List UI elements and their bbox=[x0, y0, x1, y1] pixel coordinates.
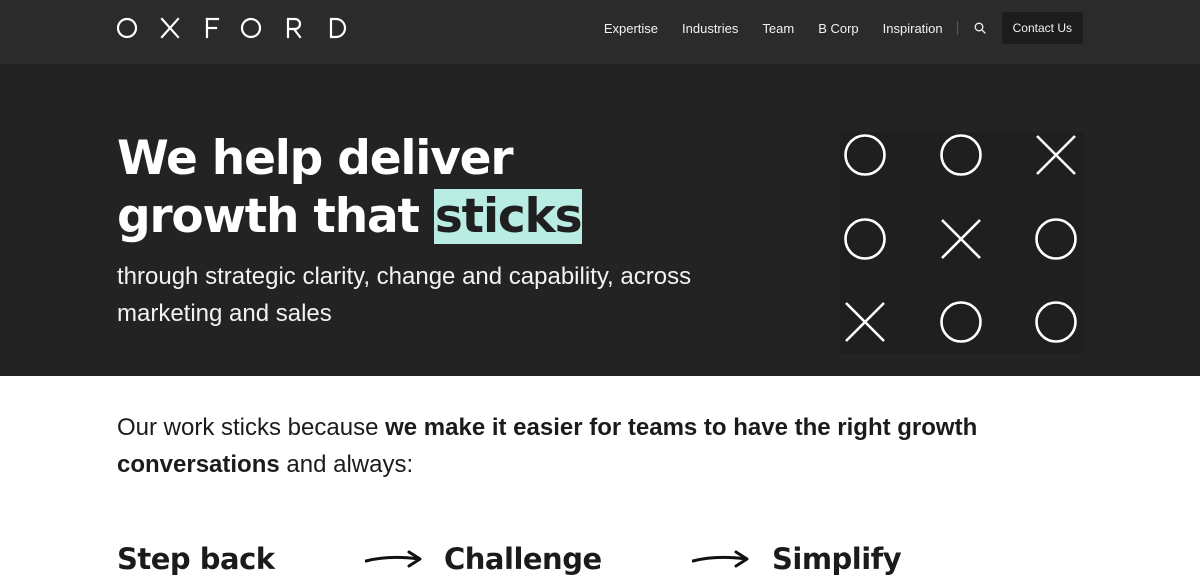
hero-title-highlight: sticks bbox=[433, 189, 583, 244]
nought-icon bbox=[940, 134, 982, 176]
step-step-back: Step back bbox=[117, 542, 275, 576]
cross-icon bbox=[1036, 135, 1076, 175]
nought-icon bbox=[844, 218, 886, 260]
cross-icon bbox=[845, 302, 885, 342]
nav-divider bbox=[956, 21, 958, 35]
hero-title-line1: We help deliver bbox=[117, 131, 513, 186]
oxford-logo[interactable] bbox=[117, 14, 349, 42]
site-header: Expertise Industries Team B Corp Inspira… bbox=[0, 0, 1200, 64]
arrow-right-icon bbox=[692, 550, 749, 568]
hero-title-line2: growth that bbox=[117, 189, 434, 244]
cross-icon bbox=[941, 219, 981, 259]
hero-subtitle: through strategic clarity, change and ca… bbox=[117, 263, 692, 327]
contact-us-button[interactable]: Contact Us bbox=[1001, 12, 1083, 44]
nought-icon bbox=[1035, 218, 1077, 260]
hero-title: We help deliver growth that sticks bbox=[117, 130, 737, 246]
process-steps: Step back Challenge Simplify bbox=[117, 537, 1017, 581]
nav-item-b-corp[interactable]: B Corp bbox=[818, 21, 858, 36]
nav-item-expertise[interactable]: Expertise bbox=[604, 21, 658, 36]
main-nav: Expertise Industries Team B Corp Inspira… bbox=[604, 12, 1083, 44]
nought-icon bbox=[1035, 301, 1077, 343]
hero-section: We help deliver growth that sticks throu… bbox=[0, 64, 1200, 376]
step-challenge: Challenge bbox=[444, 542, 602, 576]
intro-suffix: and always: bbox=[279, 451, 414, 478]
search-icon-glyph bbox=[974, 22, 986, 34]
arrow-right-icon bbox=[365, 550, 422, 568]
intro-prefix: Our work sticks because bbox=[117, 414, 386, 441]
search-icon[interactable] bbox=[972, 20, 988, 36]
nav-item-team[interactable]: Team bbox=[762, 21, 794, 36]
step-simplify: Simplify bbox=[772, 542, 902, 576]
noughts-crosses-graphic bbox=[840, 132, 1084, 354]
nav-item-inspiration[interactable]: Inspiration bbox=[883, 21, 943, 36]
nought-icon bbox=[844, 134, 886, 176]
intro-statement: Our work sticks because we make it easie… bbox=[117, 409, 1057, 483]
nav-item-industries[interactable]: Industries bbox=[682, 21, 738, 36]
logo-wordmark bbox=[117, 17, 347, 39]
nought-icon bbox=[940, 301, 982, 343]
